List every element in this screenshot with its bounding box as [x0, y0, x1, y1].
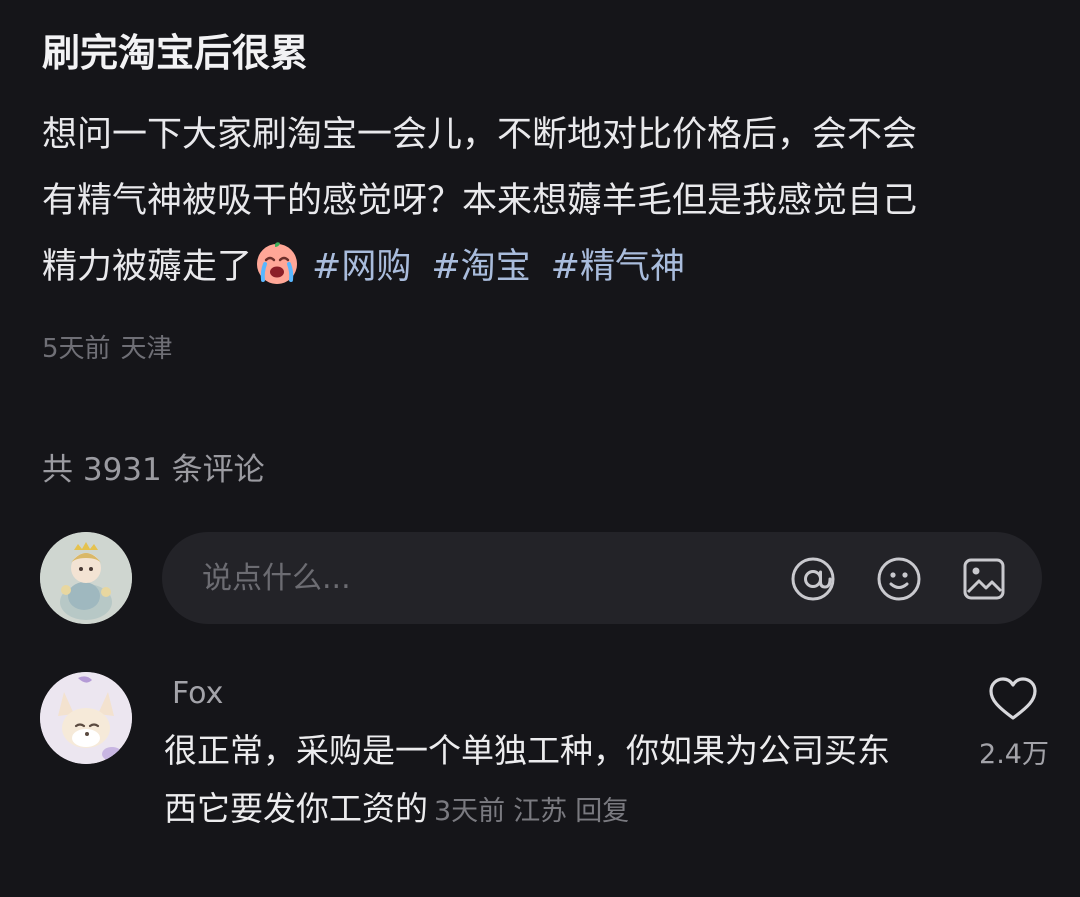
- post-body-text: 精力被薅走了: [42, 247, 253, 287]
- comment-composer: [162, 532, 1042, 624]
- commenter-username[interactable]: Fox: [172, 676, 223, 711]
- post-body-line: 想问一下大家刷淘宝一会儿，不断地对比价格后，会不会: [42, 115, 918, 155]
- at-icon[interactable]: [790, 556, 836, 602]
- reply-button[interactable]: 回复: [575, 796, 629, 827]
- comment-text-line: 很正常，采购是一个单独工种，你如果为公司买东: [164, 731, 890, 770]
- heart-icon[interactable]: [988, 676, 1038, 722]
- post-body-line: 有精气神被吸干的感觉呀？本来想薅羊毛但是我感觉自己: [42, 181, 918, 221]
- post-title: 刷完淘宝后很累: [42, 31, 309, 75]
- comment-meta: 3天前 江苏 回复: [434, 796, 629, 827]
- post-location: 天津: [120, 334, 173, 364]
- avatar-image: [40, 672, 132, 764]
- crying-face-emoji-icon: [257, 242, 298, 284]
- post-time: 5天前: [42, 334, 111, 364]
- hashtag-link[interactable]: #精气神: [551, 247, 685, 287]
- comment-count: 共 3931 条评论: [42, 452, 265, 488]
- post-body-line-with-tags: 精力被薅走了 #网购 #淘宝 #精气神: [42, 234, 1052, 300]
- hashtag-link[interactable]: #淘宝: [431, 247, 530, 287]
- comment-text-line-with-meta: 西它要发你工资的 3天前 江苏 回复: [164, 780, 954, 841]
- like-count: 2.4万: [979, 739, 1049, 770]
- comment-text: 西它要发你工资的: [164, 789, 428, 828]
- hashtag-link[interactable]: #网购: [312, 247, 411, 287]
- comment-body: 很正常，采购是一个单独工种，你如果为公司买东 西它要发你工资的 3天前 江苏 回复: [164, 722, 954, 841]
- current-user-avatar[interactable]: [40, 532, 132, 624]
- post-body: 想问一下大家刷淘宝一会儿，不断地对比价格后，会不会 有精气神被吸干的感觉呀？本来…: [42, 102, 1052, 300]
- avatar-image: [40, 532, 132, 624]
- emoji-icon[interactable]: [876, 556, 922, 602]
- post-meta: 5天前 天津: [42, 328, 173, 365]
- comment-time: 3天前: [434, 796, 506, 827]
- image-icon[interactable]: [961, 556, 1007, 602]
- comment-location: 江苏: [513, 796, 568, 827]
- commenter-avatar[interactable]: [40, 672, 132, 764]
- comment-input[interactable]: [202, 556, 742, 600]
